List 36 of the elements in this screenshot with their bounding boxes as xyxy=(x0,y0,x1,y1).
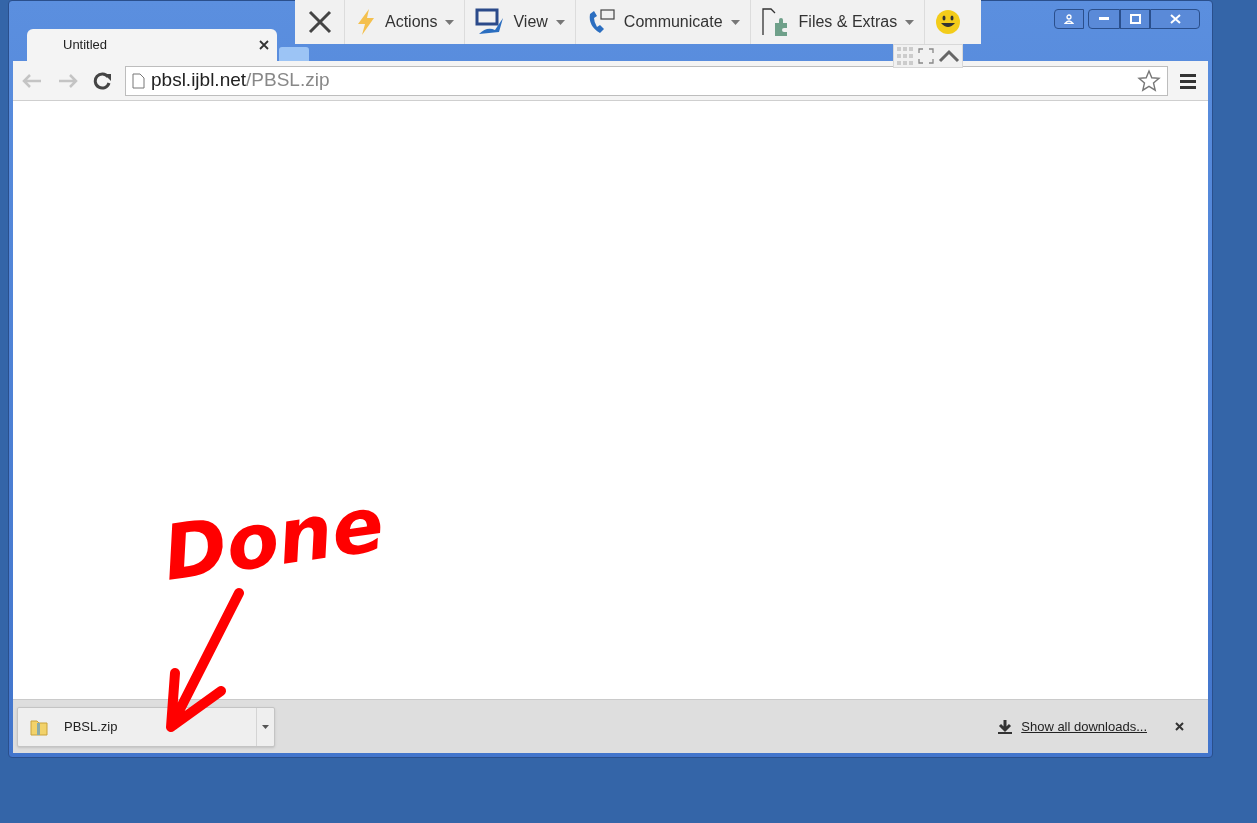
lightning-icon xyxy=(355,8,377,36)
monitor-icon xyxy=(475,8,506,36)
collapse-icon[interactable] xyxy=(938,49,960,63)
maximize-icon xyxy=(1129,14,1141,24)
star-icon[interactable] xyxy=(1137,68,1161,93)
download-item[interactable]: PBSL.zip xyxy=(17,706,275,747)
caret-icon xyxy=(445,19,455,25)
download-icon xyxy=(997,718,1014,735)
caret-icon xyxy=(262,724,269,729)
maximize-button[interactable] xyxy=(1120,9,1150,29)
menu-icon[interactable] xyxy=(1180,72,1198,89)
show-all-downloads-link[interactable]: Show all downloads... xyxy=(1021,716,1147,737)
caret-icon xyxy=(555,19,565,25)
close-icon[interactable] xyxy=(259,40,269,50)
close-icon xyxy=(307,10,332,34)
toolbar-menu[interactable]: Actions xyxy=(345,0,466,44)
grip-icon[interactable] xyxy=(896,46,914,66)
caret-icon xyxy=(905,19,915,25)
person-icon xyxy=(1064,14,1074,24)
reload-icon[interactable] xyxy=(93,71,113,90)
page-icon xyxy=(132,72,145,89)
close-icon xyxy=(1169,14,1181,24)
user-button[interactable] xyxy=(1054,9,1084,29)
toolbar-menu[interactable]: Files & Extras xyxy=(750,0,926,44)
handwritten-note: Done xyxy=(158,486,389,592)
close-button[interactable] xyxy=(1150,9,1200,29)
minimize-icon xyxy=(1099,17,1109,21)
zip-folder-icon xyxy=(30,717,48,736)
address-bar[interactable]: pbsl.ijbl.net/PBSL.zip xyxy=(125,65,1168,96)
tab[interactable]: Untitled xyxy=(27,29,277,61)
toolbar-menu[interactable]: Communicate xyxy=(575,0,751,44)
minimize-button[interactable] xyxy=(1088,9,1120,29)
smiley-icon[interactable] xyxy=(935,9,962,35)
close-icon[interactable] xyxy=(1175,722,1184,731)
caret-icon xyxy=(730,19,740,25)
toolbar-menu[interactable]: View xyxy=(465,0,576,44)
